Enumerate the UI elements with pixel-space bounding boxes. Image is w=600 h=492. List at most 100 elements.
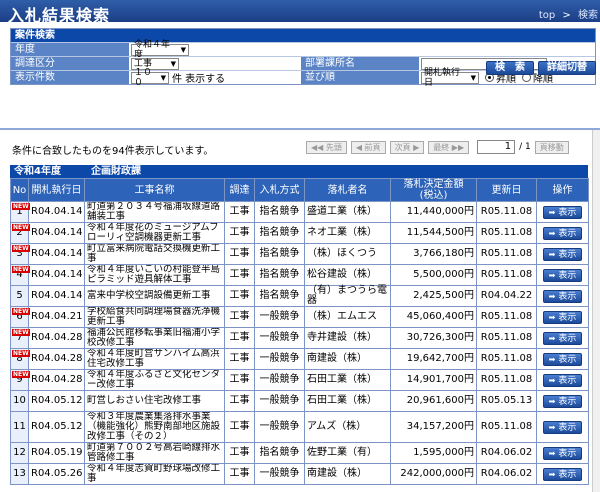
row-method: 指名競争 (254, 201, 305, 223)
row-updated: R05.11.08 (476, 369, 537, 391)
section-year: 令和4年度 (14, 166, 61, 177)
col-method[interactable]: 入札方式 (254, 178, 305, 202)
row-method: 一般競争 (254, 411, 305, 443)
row-type: 工事 (224, 264, 255, 286)
row-updated: R05.11.08 (476, 306, 537, 328)
row-updated: R04.06.02 (476, 442, 537, 464)
row-action: ➡ 表示 (536, 348, 589, 370)
row-date: R04.04.21 (28, 306, 85, 328)
page-input[interactable]: 1 (477, 140, 516, 154)
sort-select[interactable]: 開札執行日 ▼ (421, 68, 479, 88)
row-name: 令和３年度農業集落排水事業（機能強化）熊野南部地区施設改修工事（その２） (84, 411, 225, 443)
col-winner[interactable]: 落札者名 (304, 178, 391, 202)
show-button[interactable]: ➡ 表示 (542, 205, 583, 219)
row-no: 13 (10, 463, 29, 485)
page-jump-button[interactable]: 頁移動 (534, 140, 569, 154)
detail-toggle-button[interactable]: 詳細切替 (538, 61, 596, 75)
row-method: 一般競争 (254, 463, 305, 485)
show-button[interactable]: ➡ 表示 (542, 310, 583, 324)
first-page-button[interactable]: ◀◀ 先頭 (306, 140, 347, 154)
show-button[interactable]: ➡ 表示 (542, 467, 583, 481)
row-action: ➡ 表示 (536, 243, 589, 265)
show-button[interactable]: ➡ 表示 (542, 247, 583, 261)
search-panel: 案件検索 年度 令和４年度▼ 調達区分 工事▼ 部署課所名 ▼ 表示件数 １００… (10, 28, 596, 88)
divider (0, 128, 600, 130)
row-no: NEW 4 (10, 264, 30, 286)
table-row: NEW 8 R04.04.28 令和４年度町営サンハイム高浜住宅改修工事 工事 一般競争南… (10, 348, 589, 370)
row-no: NEW 8 (10, 348, 30, 370)
col-updated[interactable]: 更新日 (476, 178, 537, 202)
arrow-right-icon: ➡ (548, 333, 556, 343)
row-name: 福浦公民館移転事業旧福浦小学校改修工事 (84, 327, 225, 349)
row-winner: 佐野工業（有） (304, 442, 391, 464)
col-name[interactable]: 工事名称 (84, 178, 225, 202)
row-no: NEW 6 (10, 306, 30, 328)
row-amount: 242,000,000円 (390, 463, 477, 485)
results-table: No 開札執行日 工事名称 調達 入札方式 落札者名 落札決定金額 (税込) 更… (10, 178, 589, 485)
row-amount: 34,157,200円 (390, 411, 477, 443)
row-updated: R05.11.08 (476, 201, 537, 223)
row-action: ➡ 表示 (536, 411, 589, 443)
row-type: 工事 (224, 201, 255, 223)
row-action: ➡ 表示 (536, 327, 589, 349)
row-method: 一般競争 (254, 390, 305, 412)
row-name: 令和４年度ふるさと文化センター改修工事 (84, 369, 225, 391)
show-button[interactable]: ➡ 表示 (542, 420, 583, 434)
row-updated: R05.11.08 (476, 264, 537, 286)
scrollbar[interactable] (592, 130, 600, 492)
arrow-right-icon: ➡ (548, 422, 556, 432)
search-button[interactable]: 検 索 (486, 61, 534, 75)
table-row: NEW 2 R04.04.14 令和４年度花のミュージアムフローリィ空調機器更新工事工… (10, 222, 589, 244)
row-date: R04.04.14 (28, 285, 85, 307)
col-date[interactable]: 開札執行日 (28, 178, 85, 202)
col-type[interactable]: 調達 (224, 178, 255, 202)
row-method: 一般競争 (254, 327, 305, 349)
show-button[interactable]: ➡ 表示 (542, 289, 583, 303)
row-amount: 3,766,180円 (390, 243, 477, 265)
row-updated: R05.05.13 (476, 390, 537, 412)
row-action: ➡ 表示 (536, 463, 589, 485)
next-page-button[interactable]: 次頁 ▶ (389, 140, 425, 154)
show-button[interactable]: ➡ 表示 (542, 331, 583, 345)
row-amount: 1,595,000円 (390, 442, 477, 464)
row-name: 町道第２０３４号福浦坂線道路舗装工事 (84, 201, 225, 223)
row-method: 指名競争 (254, 222, 305, 244)
row-action: ➡ 表示 (536, 201, 589, 223)
row-type: 工事 (224, 327, 255, 349)
row-name: 富来中学校空調設備更新工事 (84, 285, 225, 307)
row-amount: 5,500,000円 (390, 264, 477, 286)
col-amount[interactable]: 落札決定金額 (税込) (390, 178, 477, 202)
row-date: R04.05.19 (28, 442, 85, 464)
row-type: 工事 (224, 243, 255, 265)
count-select[interactable]: １００ ▼ (131, 68, 169, 88)
table-row: NEW 3 R04.04.14 町立富来病院電話交換機更新工事 工事 指名競争 （株）ほくつ… (10, 243, 589, 265)
row-method: 指名競争 (254, 285, 305, 307)
row-method: 指名競争 (254, 243, 305, 265)
row-name: 令和４年度町営サンハイム高浜住宅改修工事 (84, 348, 225, 370)
row-name: 学校給食共同調理場食器洗浄機更新工事 (84, 306, 225, 328)
last-page-button[interactable]: 最終 ▶▶ (428, 140, 470, 154)
show-button[interactable]: ➡ 表示 (542, 226, 583, 240)
show-button[interactable]: ➡ 表示 (542, 352, 583, 366)
row-amount: 2,425,500円 (390, 285, 477, 307)
table-row: NEW 7 R04.04.28 福浦公民館移転事業旧福浦小学校改修工事 工事 一般競争 寺井… (10, 327, 589, 349)
breadcrumb-search[interactable]: 検索 (578, 10, 598, 21)
col-no[interactable]: No (10, 178, 29, 202)
show-button[interactable]: ➡ 表示 (542, 446, 583, 460)
row-amount: 11,544,500円 (390, 222, 477, 244)
prev-page-button[interactable]: ◀ 前頁 (350, 140, 386, 154)
show-button[interactable]: ➡ 表示 (542, 373, 583, 387)
row-no: 12 (10, 442, 29, 464)
year-select[interactable]: 令和４年度 ▼ (131, 40, 189, 60)
arrow-right-icon: ➡ (548, 396, 556, 406)
section-header: 令和4年度 企画財政課 (10, 165, 588, 178)
count-suffix: 件 表示する (172, 74, 226, 85)
breadcrumb-top[interactable]: top (539, 10, 555, 21)
show-button[interactable]: ➡ 表示 (542, 394, 583, 408)
page-title: 入札結果検索 (8, 6, 111, 25)
show-button[interactable]: ➡ 表示 (542, 268, 583, 282)
row-action: ➡ 表示 (536, 222, 589, 244)
breadcrumb: top > 検索 (535, 6, 598, 21)
row-type: 工事 (224, 306, 255, 328)
table-row: NEW 6 R04.04.21 学校給食共同調理場食器洗浄機更新工事 工事 一般競争 （株）… (10, 306, 589, 328)
